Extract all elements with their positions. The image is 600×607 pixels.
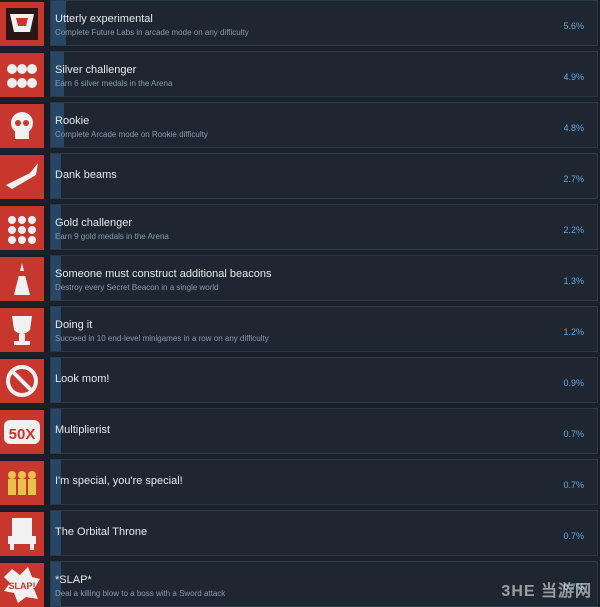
achievement-panel: Gold challenger Earn 9 gold medals in the…	[50, 204, 598, 250]
silver-medals-icon	[0, 53, 44, 97]
achievement-row[interactable]: 50X Multiplierist 0.7%	[0, 408, 600, 454]
unlock-percent: 0.7%	[563, 480, 584, 490]
unlock-percent: 5.6%	[563, 21, 584, 31]
unlock-percent: 1.3%	[563, 276, 584, 286]
unlock-percent: 4.8%	[563, 123, 584, 133]
unlock-percent: 0.7%	[563, 531, 584, 541]
achievement-title: Utterly experimental	[55, 13, 153, 25]
achievement-title: Look mom!	[55, 373, 110, 385]
achievement-panel: The Orbital Throne 0.7%	[50, 510, 598, 556]
achievement-row[interactable]: Silver challenger Earn 6 silver medals in…	[0, 51, 600, 97]
achievement-panel: Silver challenger Earn 6 silver medals in…	[50, 51, 598, 97]
achievement-panel: Look mom! 0.9%	[50, 357, 598, 403]
trophy-icon	[0, 308, 44, 352]
beacon-icon	[0, 257, 44, 301]
unlock-percent: 0.7%	[563, 429, 584, 439]
achievement-title: Gold challenger	[55, 217, 133, 229]
achievement-panel: Dank beams 2.7%	[50, 153, 598, 199]
crossed-circle-icon	[0, 359, 44, 403]
achievement-panel: Multiplierist 0.7%	[50, 408, 598, 454]
beam-weapon-icon	[0, 155, 44, 199]
achievement-row[interactable]: Look mom! 0.9%	[0, 357, 600, 403]
achievement-title: I'm special, you're special!	[55, 475, 183, 487]
achievement-description: Earn 9 gold medals in the Arena	[55, 232, 169, 241]
achievement-panel: Doing it Succeed in 10 end-level minigame…	[50, 306, 598, 352]
achievement-description: Deal a killing blow to a boss with a Swo…	[55, 589, 226, 598]
unlock-percent: 4.9%	[563, 72, 584, 82]
achievement-title: Rookie	[55, 115, 90, 127]
achievement-title: Someone must construct additional beacon…	[55, 268, 272, 280]
achievement-title: Multiplierist	[55, 424, 111, 436]
achievement-row[interactable]: Rookie Complete Arcade mode on Rookie dif…	[0, 102, 600, 148]
slap-icon-text: SLAP!	[9, 581, 36, 591]
throne-icon	[0, 512, 44, 556]
achievement-title: *SLAP*	[55, 574, 92, 586]
achievement-title: Silver challenger	[55, 64, 137, 76]
unlock-percent: 2.2%	[563, 225, 584, 235]
achievement-row[interactable]: Utterly experimental Complete Future Labs…	[0, 0, 600, 46]
gold-medals-icon	[0, 206, 44, 250]
achievement-panel: I'm special, you're special! 0.7%	[50, 459, 598, 505]
achievement-description: Earn 6 silver medals in the Arena	[55, 79, 173, 88]
achievement-panel: Utterly experimental Complete Future Labs…	[50, 0, 598, 46]
achievement-row[interactable]: Dank beams 2.7%	[0, 153, 600, 199]
achievement-row[interactable]: The Orbital Throne 0.7%	[0, 510, 600, 556]
achievement-description: Complete Arcade mode on Rookie difficult…	[55, 130, 208, 139]
achievement-panel: Rookie Complete Arcade mode on Rookie dif…	[50, 102, 598, 148]
skull-icon	[0, 104, 44, 148]
achievement-title: Doing it	[55, 319, 93, 331]
unlock-percent: 0.9%	[563, 378, 584, 388]
svg-text:50X: 50X	[9, 426, 36, 443]
slap-icon: SLAP!	[0, 563, 44, 607]
achievement-description: Complete Future Labs in arcade mode on a…	[55, 28, 249, 37]
achievement-row[interactable]: I'm special, you're special! 0.7%	[0, 459, 600, 505]
achievement-title: The Orbital Throne	[55, 526, 148, 538]
achievement-row[interactable]: Doing it Succeed in 10 end-level minigame…	[0, 306, 600, 352]
watermark: 3HE 当游网	[501, 583, 592, 600]
helmet-icon	[0, 2, 44, 46]
achievement-title: Dank beams	[55, 169, 117, 181]
multiplier-50x-icon: 50X	[0, 410, 44, 454]
achievement-row[interactable]: Someone must construct additional beacon…	[0, 255, 600, 301]
achievement-description: Succeed in 10 end-level minigames in a r…	[55, 334, 269, 343]
unlock-percent: 1.2%	[563, 327, 584, 337]
three-figures-icon	[0, 461, 44, 505]
achievement-row[interactable]: Gold challenger Earn 9 gold medals in the…	[0, 204, 600, 250]
achievement-panel: Someone must construct additional beacon…	[50, 255, 598, 301]
achievement-description: Destroy every Secret Beacon in a single …	[55, 283, 219, 292]
unlock-percent: 2.7%	[563, 174, 584, 184]
